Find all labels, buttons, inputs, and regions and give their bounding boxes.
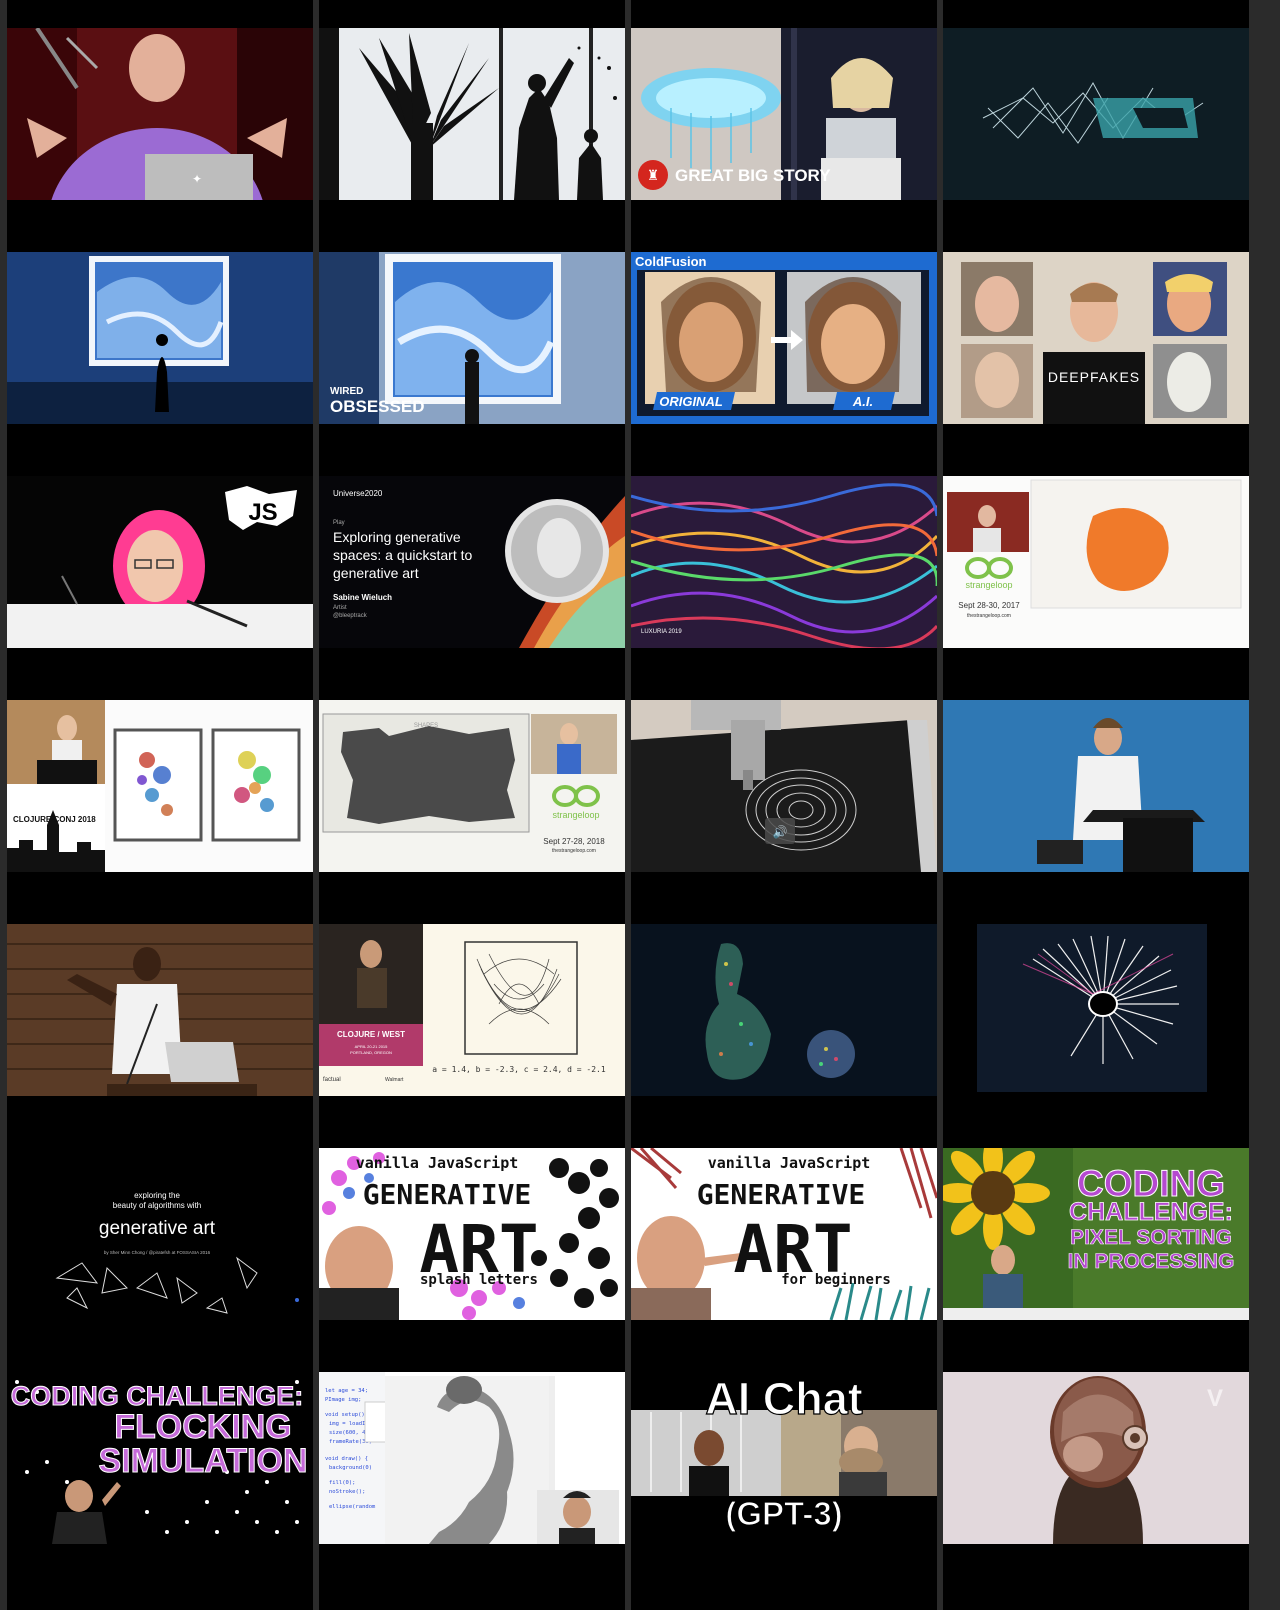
video-thumbnail-r7c1[interactable]: CODING CHALLENGE: FLOCKING SIMULATION [7, 1372, 313, 1544]
svg-text:🔊: 🔊 [773, 824, 788, 839]
tile-url: thestrangeloop.com [552, 848, 596, 854]
video-thumbnail-r4c2[interactable]: SHAPES strangeloop Sept 27-28, 2018 thes… [319, 700, 625, 872]
video-thumbnail-r6c2[interactable]: vanilla JavaScript GENERATIVE ART splash… [319, 1148, 625, 1320]
svg-text:♜: ♜ [647, 167, 660, 183]
video-thumbnail-r6c4[interactable]: CODING CHALLENGE: PIXEL SORTING IN PROCE… [943, 1148, 1249, 1320]
video-thumbnail-r2c1[interactable] [7, 252, 313, 424]
tile-title-top: vanilla JavaScript [708, 1154, 871, 1172]
tile-watermark: LUXURIA 2019 [641, 629, 682, 635]
svg-text:✦: ✦ [192, 172, 202, 186]
tile-event-label: Universe2020 [333, 489, 383, 498]
tile-event-label: CLOJURE / WEST [337, 1030, 405, 1039]
tile-title-main: AI Chat [705, 1373, 863, 1424]
tile-caption: DEEPFAKES [1048, 369, 1140, 385]
video-thumbnail-r3c1[interactable]: JS [7, 476, 313, 648]
code-line: PImage img; [325, 1397, 361, 1403]
tile-watermark-logo: V [1207, 1385, 1223, 1412]
tile-logo-text: strangeloop [965, 580, 1012, 590]
tile-title-middle: GENERATIVE [697, 1178, 866, 1211]
tile-title-line2: FLOCKING [114, 1408, 292, 1446]
video-thumbnail-r6c3[interactable]: vanilla JavaScript GENERATIVE ART for be… [631, 1148, 937, 1320]
code-line: void draw() { [325, 1456, 368, 1462]
tile-sponsor-1: factual [323, 1077, 341, 1083]
video-thumbnail-r7c3[interactable]: AI Chat (GPT-3) [631, 1372, 937, 1544]
tile-title-line2: spaces: a quickstart to [333, 547, 473, 563]
video-thumbnail-r4c4[interactable] [943, 700, 1249, 872]
video-thumbnail-r7c4[interactable]: V [943, 1372, 1249, 1544]
tile-channel-name: ColdFusion [635, 254, 707, 269]
tile-label-ai: A.I. [852, 394, 873, 409]
video-thumbnail-r1c1[interactable]: ✦ [7, 28, 313, 200]
code-line: background(0) [329, 1465, 372, 1471]
code-line: ellipse(random [329, 1504, 376, 1510]
tile-title-line1: Exploring generative [333, 529, 461, 545]
tile-slide-label: SHAPES [414, 723, 438, 729]
tile-author: by Sher Minn Chong / @piratefsh at FOSSA… [104, 1250, 211, 1255]
video-thumbnail-r6c1[interactable]: exploring the beauty of algorithms with … [7, 1148, 313, 1320]
video-thumbnail-r5c2[interactable]: CLOJURE / WEST APRIL 20-21 2015 PORTLAND… [319, 924, 625, 1096]
tile-event-location: PORTLAND, OREGON [350, 1050, 392, 1055]
tile-subtitle: for beginners [781, 1272, 891, 1288]
tile-title-line2: beauty of algorithms with [113, 1201, 202, 1210]
video-thumbnail-r1c3[interactable]: ♜ GREAT BIG STORY [631, 28, 937, 200]
tile-title-line2: CHALLENGE: [1069, 1198, 1233, 1226]
video-thumbnail-r3c4[interactable]: strangeloop Sept 28-30, 2017 thestrangel… [943, 476, 1249, 648]
video-thumbnail-r7c2[interactable]: let age = 34; PImage img; void setup() {… [319, 1372, 625, 1544]
tile-caption: GREAT BIG STORY [675, 166, 831, 185]
tile-speaker-role: Artist [333, 605, 347, 611]
video-thumbnail-r2c2[interactable]: WIRED OBSESSED [319, 252, 625, 424]
video-thumbnail-r1c2[interactable] [319, 28, 625, 200]
tile-title-line4: IN PROCESSING [1068, 1250, 1235, 1273]
tile-caption-small: WIRED [330, 386, 363, 397]
video-thumbnail-r5c1[interactable] [7, 924, 313, 1096]
tile-subtitle: Play [333, 520, 345, 526]
tile-title-top: vanilla JavaScript [356, 1154, 519, 1172]
video-thumbnail-r3c3[interactable]: LUXURIA 2019 [631, 476, 937, 648]
code-line: fill(0); [329, 1480, 356, 1486]
tile-caption: OBSESSED [330, 397, 424, 416]
tile-label-original: ORIGINAL [659, 394, 723, 409]
tile-url: thestrangeloop.com [967, 613, 1011, 619]
video-thumbnail-r2c4[interactable]: DEEPFAKES [943, 252, 1249, 424]
tile-title-line3: PIXEL SORTING [1070, 1226, 1232, 1249]
video-thumbnail-r2c3[interactable]: ColdFusion ORIGINAL A.I. [631, 252, 937, 424]
tile-title-line1: CODING CHALLENGE: [11, 1381, 304, 1411]
tile-date: Sept 28-30, 2017 [958, 601, 1020, 610]
tile-title-line1: exploring the [134, 1191, 180, 1200]
tile-formula: a = 1.4, b = -2.3, c = 2.4, d = -2.1 [432, 1065, 606, 1074]
tile-logo-js: JS [248, 499, 277, 526]
tile-logo-text: strangeloop [552, 810, 599, 820]
video-thumbnail-r3c2[interactable]: Universe2020 Play Exploring generative s… [319, 476, 625, 648]
tile-title-main: generative art [99, 1218, 216, 1239]
video-thumbnail-r5c4[interactable] [943, 924, 1249, 1096]
tile-title-middle: GENERATIVE [363, 1178, 532, 1211]
code-line: void setup() { [325, 1412, 371, 1418]
code-line: noStroke(); [329, 1489, 365, 1495]
tile-title-line3: generative art [333, 565, 419, 581]
video-thumbnail-r5c3[interactable] [631, 924, 937, 1096]
video-thumbnail-r1c4[interactable] [943, 28, 1249, 200]
tile-subtitle: splash letters [420, 1272, 538, 1288]
tile-speaker-handle: @bleeptrack [333, 613, 368, 619]
tile-sponsor-2: Walmart [385, 1077, 404, 1083]
video-thumbnail-r4c3[interactable]: 🔊 [631, 700, 937, 872]
video-thumbnail-r4c1[interactable]: CLOJURE CONJ 2018 [7, 700, 313, 872]
tile-title-sub: (GPT-3) [725, 1495, 842, 1532]
tile-event-date: APRIL 20-21 2015 [355, 1044, 389, 1049]
tile-title-line3: SIMULATION [98, 1442, 307, 1480]
tile-event-label: CLOJURE CONJ 2018 [13, 815, 96, 824]
tile-speaker-name: Sabine Wieluch [333, 593, 392, 602]
tile-date: Sept 27-28, 2018 [543, 837, 605, 846]
code-line: let age = 34; [325, 1388, 368, 1394]
